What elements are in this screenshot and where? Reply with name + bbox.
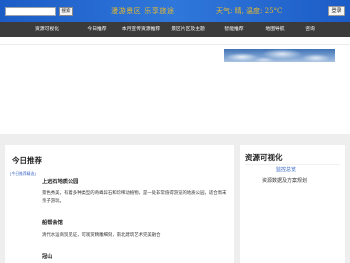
- visualization-card: 资源可视化 监控总览 资源数据及方案规划: [240, 145, 345, 263]
- main-nav: 资源可视化 今日推荐 本月宣传资源推荐 景区片区及主题 智能推荐 地图导航 咨询: [0, 22, 350, 37]
- visualization-title: 资源可视化: [245, 153, 283, 162]
- divider: [245, 164, 340, 165]
- nav-item-visualization[interactable]: 资源可视化: [35, 22, 59, 37]
- attraction-desc: 清代水运商贸见证，可观赏精雕细刻，南北建筑艺术完美融合: [42, 233, 161, 238]
- login-button[interactable]: 登录: [328, 6, 345, 16]
- today-card: 今日推荐 [今日推荐精选] 上远石地质公园 景色秀美，有着多种类型的奇峰异石和珍…: [5, 145, 234, 263]
- search-button[interactable]: 搜索: [59, 7, 73, 16]
- banner-image: [224, 49, 335, 62]
- top-header: 搜索 漫游景区 乐享旅途 天气: 晴, 温度: 25°C 登录: [0, 0, 350, 22]
- attraction-title[interactable]: 船帮会馆: [42, 220, 63, 227]
- site-slogan: 漫游景区 乐享旅途: [111, 7, 175, 15]
- divider: [0, 44, 350, 45]
- attraction-title[interactable]: 上远石地质公园: [42, 179, 78, 186]
- monitor-link[interactable]: 监控总览: [276, 167, 296, 174]
- resource-data-text: 资源数据及方案规划: [262, 178, 308, 184]
- page: 搜索 漫游景区 乐享旅途 天气: 晴, 温度: 25°C 登录 资源可视化 今日…: [0, 0, 350, 263]
- nav-item-map[interactable]: 地图导航: [265, 22, 284, 37]
- nav-item-zones[interactable]: 景区片区及主题: [171, 22, 205, 37]
- search-input[interactable]: [5, 7, 56, 16]
- weather-info: 天气: 晴, 温度: 25°C: [216, 7, 283, 15]
- attraction-desc: 景色秀美，有着多种类型的奇峰异石和珍稀动植物，是一处非常值得游览的地质公园，适合…: [42, 191, 227, 204]
- nav-item-consult[interactable]: 咨询: [305, 22, 315, 37]
- attraction-title[interactable]: 冠山: [42, 254, 52, 261]
- today-title: 今日推荐: [12, 156, 42, 165]
- today-tag-link[interactable]: [今日推荐精选]: [10, 171, 36, 176]
- nav-item-smart[interactable]: 智能推荐: [224, 22, 243, 37]
- nav-item-monthly[interactable]: 本月宣传资源推荐: [122, 22, 160, 37]
- nav-item-today[interactable]: 今日推荐: [87, 22, 106, 37]
